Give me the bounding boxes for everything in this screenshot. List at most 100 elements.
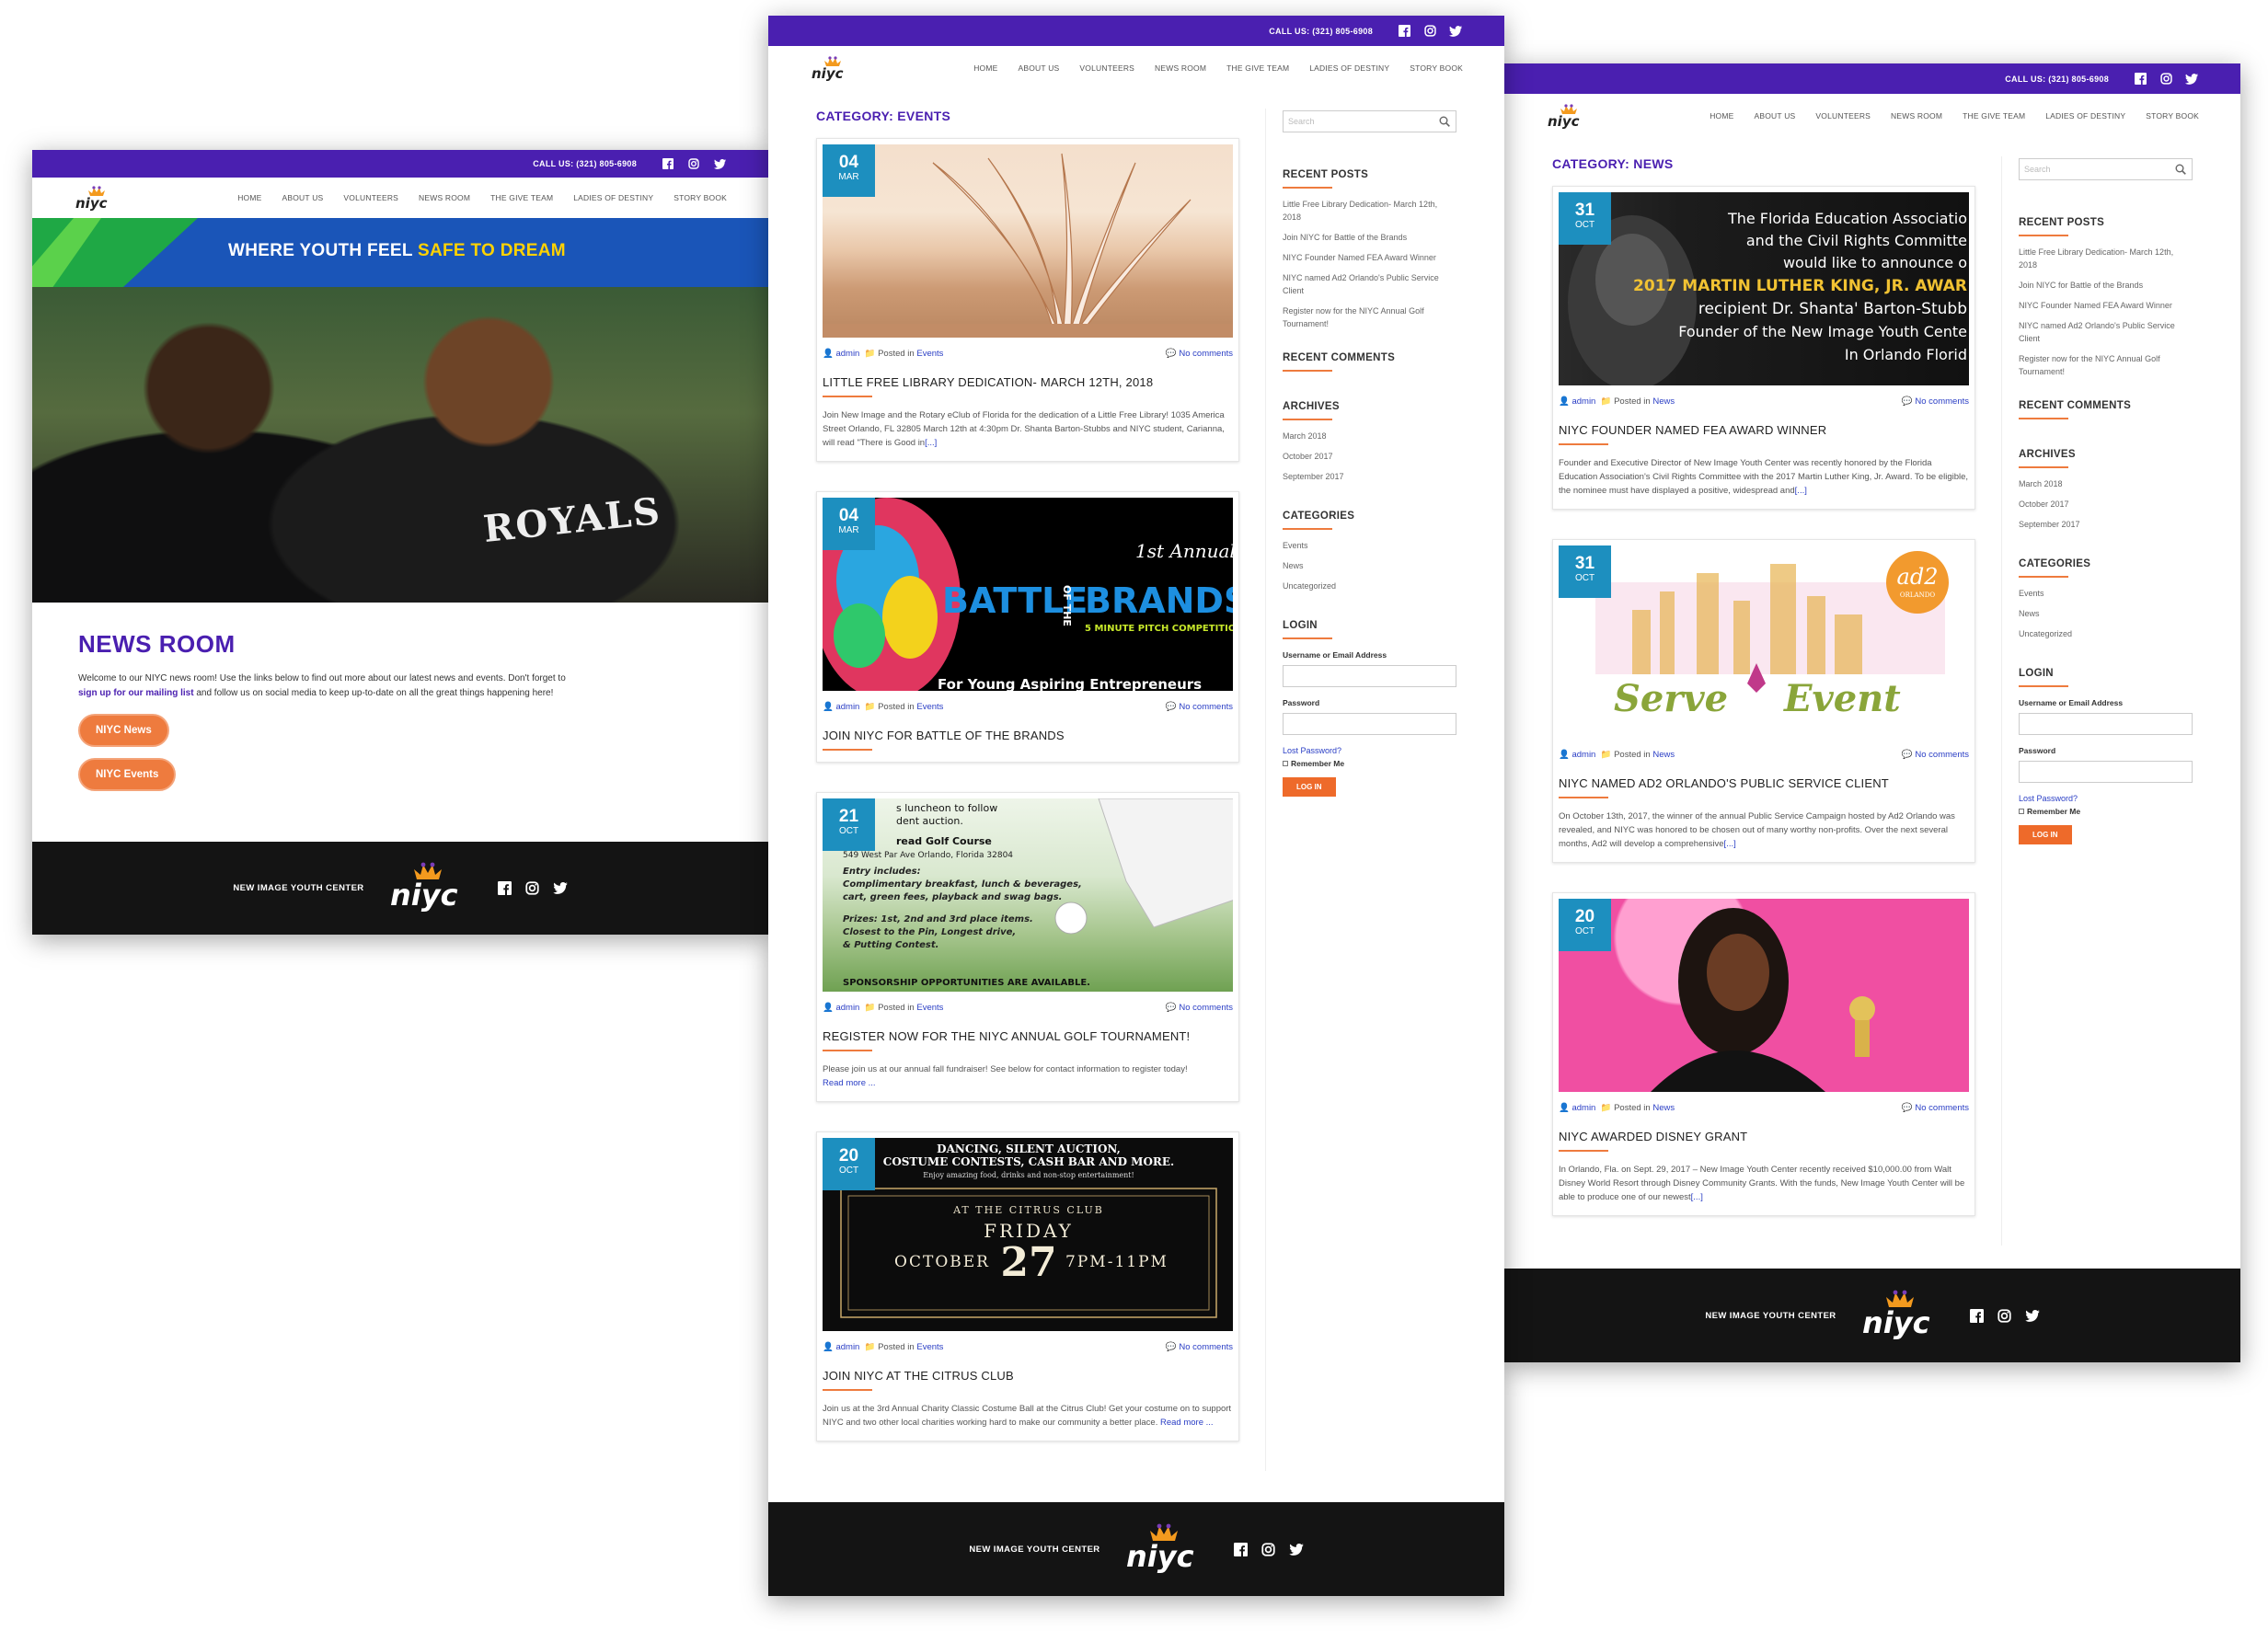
recent-post-link[interactable]: Join NIYC for Battle of the Brands	[1283, 231, 1456, 244]
category-link[interactable]: Events	[916, 702, 943, 712]
niyc-news-button[interactable]: NIYC News	[78, 714, 169, 747]
comments-link[interactable]: No comments	[1179, 1003, 1233, 1013]
twitter-icon[interactable]	[2024, 1308, 2040, 1323]
twitter-icon[interactable]	[552, 881, 568, 896]
nav-item-home[interactable]: HOME	[1710, 111, 1733, 121]
recent-post-link[interactable]: NIYC named Ad2 Orlando's Public Service …	[2019, 319, 2193, 345]
instagram-icon[interactable]	[1422, 24, 1437, 39]
author-link[interactable]: admin	[835, 1003, 859, 1013]
nav-item-news-room[interactable]: NEWS ROOM	[419, 193, 470, 202]
post-image[interactable]: 04 MAR	[823, 144, 1233, 338]
comments-link[interactable]: No comments	[1915, 1103, 1969, 1113]
login-button[interactable]: LOG IN	[1283, 777, 1336, 797]
post-title[interactable]: NIYC NAMED AD2 ORLANDO'S PUBLIC SERVICE …	[1559, 776, 1969, 790]
archive-link[interactable]: October 2017	[1283, 450, 1456, 463]
facebook-icon[interactable]	[498, 881, 512, 896]
post-image[interactable]: 1st Annual BATTLE OF THE BRANDS 5 MINUTE…	[823, 498, 1233, 691]
remember-me-checkbox[interactable]: Remember Me	[1283, 759, 1456, 768]
recent-post-link[interactable]: NIYC Founder Named FEA Award Winner	[2019, 299, 2193, 312]
read-more-link[interactable]: [...]	[1724, 839, 1736, 849]
post-image[interactable]: DANCING, SILENT AUCTION, COSTUME CONTEST…	[823, 1138, 1233, 1331]
category-link[interactable]: Events	[916, 349, 943, 359]
nav-item-volunteers[interactable]: VOLUNTEERS	[1079, 63, 1134, 73]
twitter-icon[interactable]	[712, 156, 727, 171]
nav-item-give-team[interactable]: THE GIVE TEAM	[1226, 63, 1289, 73]
nav-item-news-room[interactable]: NEWS ROOM	[1891, 111, 1942, 121]
category-link[interactable]: Events	[916, 1003, 943, 1013]
footer-logo[interactable]: niyc	[1124, 1521, 1212, 1579]
comments-link[interactable]: No comments	[1179, 702, 1233, 712]
comments-link[interactable]: No comments	[1179, 1342, 1233, 1352]
author-link[interactable]: admin	[835, 702, 859, 712]
password-field[interactable]	[2019, 761, 2193, 783]
read-more-link[interactable]: [...]	[1691, 1192, 1703, 1202]
archive-link[interactable]: September 2017	[2019, 518, 2193, 531]
mailing-list-link[interactable]: sign up for our mailing list	[78, 688, 194, 698]
niyc-logo[interactable]: niyc	[74, 185, 121, 211]
category-link[interactable]: News	[1283, 559, 1456, 572]
post-image[interactable]: The Florida Education Associatio and the…	[1559, 192, 1969, 385]
search-input[interactable]: Search	[2019, 158, 2193, 180]
post-title[interactable]: NIYC AWARDED DISNEY GRANT	[1559, 1130, 1969, 1143]
nav-item-news-room[interactable]: NEWS ROOM	[1155, 63, 1206, 73]
nav-item-ladies-of-destiny[interactable]: LADIES OF DESTINY	[1309, 63, 1389, 73]
facebook-icon[interactable]	[1397, 24, 1411, 39]
category-link[interactable]: Events	[916, 1342, 943, 1352]
instagram-icon[interactable]	[686, 156, 701, 171]
author-link[interactable]: admin	[835, 349, 859, 359]
search-icon[interactable]	[2175, 164, 2186, 177]
instagram-icon[interactable]	[1261, 1542, 1276, 1556]
category-link[interactable]: News	[1652, 396, 1675, 407]
author-link[interactable]: admin	[835, 1342, 859, 1352]
comments-link[interactable]: No comments	[1915, 750, 1969, 760]
read-more-link[interactable]: [...]	[925, 438, 937, 448]
footer-logo[interactable]: niyc	[1860, 1287, 1948, 1345]
nav-item-about-us[interactable]: ABOUT US	[1755, 111, 1796, 121]
category-link[interactable]: News	[2019, 607, 2193, 620]
recent-post-link[interactable]: Register now for the NIYC Annual Golf To…	[1283, 304, 1456, 330]
recent-post-link[interactable]: Join NIYC for Battle of the Brands	[2019, 279, 2193, 292]
twitter-icon[interactable]	[1448, 24, 1463, 39]
recent-post-link[interactable]: Register now for the NIYC Annual Golf To…	[2019, 352, 2193, 378]
recent-post-link[interactable]: Little Free Library Dedication- March 12…	[2019, 246, 2193, 271]
username-field[interactable]	[2019, 713, 2193, 735]
search-input[interactable]: Search	[1283, 110, 1456, 132]
post-title[interactable]: REGISTER NOW FOR THE NIYC ANNUAL GOLF TO…	[823, 1029, 1233, 1043]
facebook-icon[interactable]	[2133, 72, 2147, 86]
recent-post-link[interactable]: NIYC named Ad2 Orlando's Public Service …	[1283, 271, 1456, 297]
nav-item-ladies-of-destiny[interactable]: LADIES OF DESTINY	[573, 193, 653, 202]
post-title[interactable]: LITTLE FREE LIBRARY DEDICATION- MARCH 12…	[823, 375, 1233, 389]
niyc-events-button[interactable]: NIYC Events	[78, 758, 177, 791]
instagram-icon[interactable]	[1997, 1308, 2012, 1323]
facebook-icon[interactable]	[1234, 1542, 1249, 1556]
read-more-link[interactable]: Read more ...	[1160, 1418, 1214, 1428]
nav-item-ladies-of-destiny[interactable]: LADIES OF DESTINY	[2045, 111, 2125, 121]
archive-link[interactable]: September 2017	[1283, 470, 1456, 483]
nav-item-home[interactable]: HOME	[237, 193, 261, 202]
nav-item-volunteers[interactable]: VOLUNTEERS	[343, 193, 398, 202]
password-field[interactable]	[1283, 713, 1456, 735]
read-more-link[interactable]: Read more ...	[823, 1078, 876, 1088]
category-link[interactable]: Events	[1283, 539, 1456, 552]
read-more-link[interactable]: [...]	[1795, 486, 1807, 496]
call-us-text[interactable]: CALL US: (321) 805-6908	[533, 159, 637, 168]
comments-link[interactable]: No comments	[1915, 396, 1969, 407]
recent-post-link[interactable]: NIYC Founder Named FEA Award Winner	[1283, 251, 1456, 264]
archive-link[interactable]: October 2017	[2019, 498, 2193, 511]
nav-item-about-us[interactable]: ABOUT US	[282, 193, 324, 202]
nav-item-give-team[interactable]: THE GIVE TEAM	[490, 193, 553, 202]
post-image[interactable]: s luncheon to follow dent auction. read …	[823, 798, 1233, 992]
post-title[interactable]: JOIN NIYC AT THE CITRUS CLUB	[823, 1369, 1233, 1383]
category-link[interactable]: Events	[2019, 587, 2193, 600]
twitter-icon[interactable]	[1288, 1542, 1304, 1556]
call-us-text[interactable]: CALL US: (321) 805-6908	[2005, 75, 2109, 84]
login-button[interactable]: LOG IN	[2019, 825, 2072, 844]
twitter-icon[interactable]	[2184, 72, 2199, 86]
category-link[interactable]: News	[1652, 750, 1675, 760]
lost-password-link[interactable]: Lost Password?	[2019, 794, 2193, 803]
comments-link[interactable]: No comments	[1179, 349, 1233, 359]
nav-item-home[interactable]: HOME	[973, 63, 997, 73]
archive-link[interactable]: March 2018	[1283, 430, 1456, 442]
niyc-logo[interactable]: niyc	[810, 54, 858, 82]
author-link[interactable]: admin	[1571, 750, 1595, 760]
